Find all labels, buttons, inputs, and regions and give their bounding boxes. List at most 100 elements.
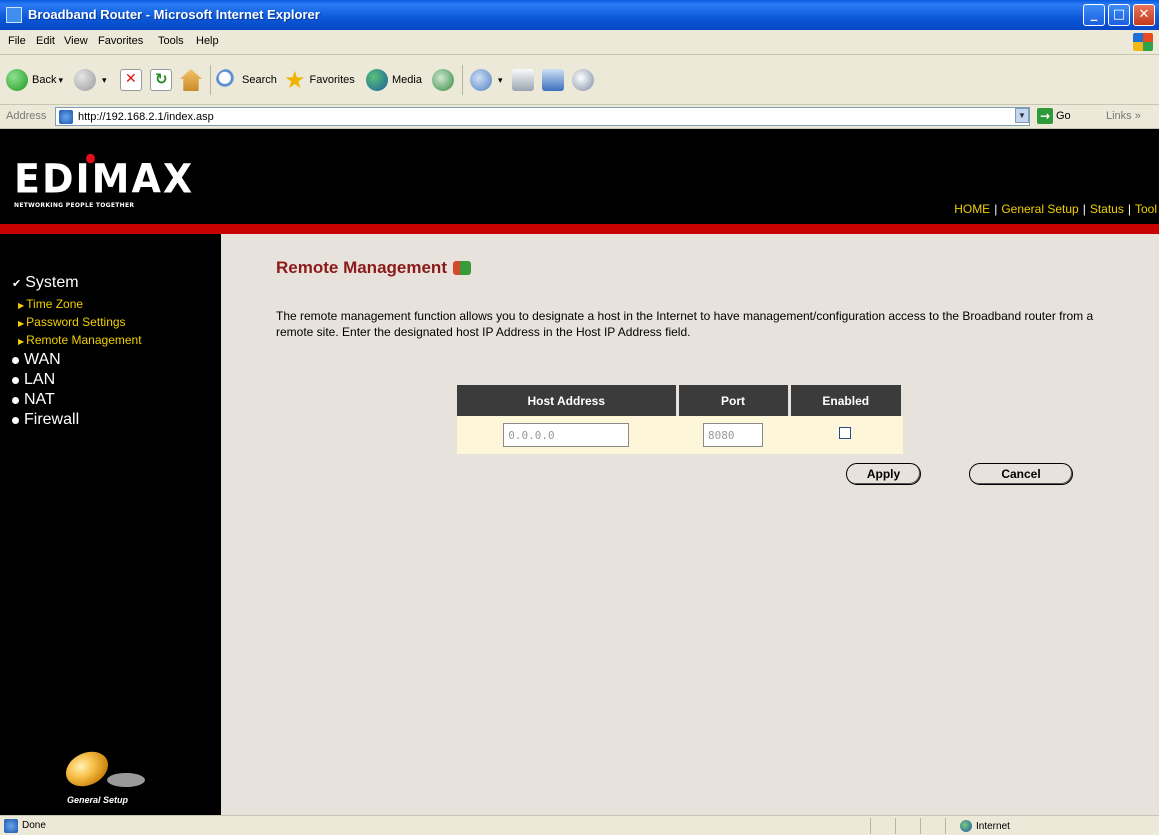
back-button[interactable]: Back ▾ xyxy=(6,68,63,92)
nav-status[interactable]: Status xyxy=(1090,202,1124,216)
sidebar-item-label: Time Zone xyxy=(26,297,84,311)
messenger-button[interactable] xyxy=(572,68,598,92)
sidebar-item-system[interactable]: ✔ System xyxy=(12,274,79,292)
page-description: The remote management function allows yo… xyxy=(276,309,1094,339)
history-button[interactable] xyxy=(432,68,458,92)
nav-general-setup[interactable]: General Setup xyxy=(1001,202,1078,216)
refresh-icon xyxy=(150,69,172,91)
mail-icon xyxy=(470,69,492,91)
apply-button[interactable]: Apply xyxy=(846,463,921,485)
address-input[interactable]: http://192.168.2.1/index.asp xyxy=(55,107,1030,126)
bullet-icon xyxy=(12,396,19,404)
search-button[interactable]: Search xyxy=(216,68,277,92)
go-button[interactable]: → Go xyxy=(1037,108,1071,124)
disk-icon xyxy=(60,745,114,793)
nav-home[interactable]: HOME xyxy=(954,202,990,216)
menu-view[interactable]: View xyxy=(64,35,88,47)
edit-button[interactable] xyxy=(542,68,568,92)
search-label: Search xyxy=(242,74,277,86)
sidebar: ✔ System ▶ Time Zone ▶ Password Settings ▶… xyxy=(0,234,221,815)
port-cell xyxy=(677,416,791,454)
chevron-down-icon: ▾ xyxy=(58,74,63,85)
general-setup-label: General Setup xyxy=(67,795,129,805)
bullet-icon xyxy=(12,356,19,364)
sidebar-item-label: LAN xyxy=(24,371,56,388)
sidebar-item-remote-management[interactable]: ▶ Remote Management xyxy=(18,333,142,347)
zone-label: Internet xyxy=(976,820,1010,832)
window-title: Broadband Router - Microsoft Internet Ex… xyxy=(28,7,320,22)
go-label: Go xyxy=(1056,110,1071,122)
media-button[interactable]: Media xyxy=(366,68,422,92)
address-dropdown-icon[interactable]: ▼ xyxy=(1015,108,1029,123)
print-button[interactable] xyxy=(512,68,538,92)
help-icon[interactable] xyxy=(452,261,471,275)
sidebar-item-label: Password Settings xyxy=(26,315,126,329)
sidebar-item-firewall[interactable]: Firewall xyxy=(12,411,79,429)
chevron-down-icon: ▾ xyxy=(102,74,107,85)
top-navigation: HOME | General Setup | Status | Tool xyxy=(954,202,1157,216)
menu-edit[interactable]: Edit xyxy=(36,35,55,47)
general-setup-graphic: General Setup xyxy=(55,745,165,809)
maximize-button[interactable]: □ xyxy=(1108,4,1130,26)
windows-logo-icon xyxy=(1133,33,1153,51)
favorites-button[interactable]: ★ Favorites xyxy=(284,68,355,92)
toolbar: Back ▾ ▾ Search ★ Favorites Media xyxy=(0,55,1159,105)
stop-button[interactable] xyxy=(120,68,146,92)
sidebar-item-nat[interactable]: NAT xyxy=(12,391,55,409)
logo-tagline: NETWORKING PEOPLE TOGETHER xyxy=(14,202,135,209)
print-icon xyxy=(512,69,534,91)
star-icon: ★ xyxy=(284,66,306,94)
menu-bar: File Edit View Favorites Tools Help xyxy=(0,30,1159,55)
address-url: http://192.168.2.1/index.asp xyxy=(78,111,214,123)
nav-tool[interactable]: Tool xyxy=(1135,202,1157,216)
browser-window: Broadband Router - Microsoft Internet Ex… xyxy=(0,0,1159,835)
port-header: Port xyxy=(677,385,791,416)
forward-arrow-icon xyxy=(74,69,96,91)
checkmark-icon: ✔ xyxy=(12,276,22,290)
bullet-icon xyxy=(12,376,19,384)
logo-dot-icon xyxy=(86,153,95,164)
edimax-logo: EDIMAX xyxy=(14,153,194,202)
sidebar-item-time-zone[interactable]: ▶ Time Zone xyxy=(18,297,83,311)
sidebar-item-label: Remote Management xyxy=(26,333,142,347)
status-divider xyxy=(895,818,896,834)
stop-icon xyxy=(120,69,142,91)
host-address-input[interactable] xyxy=(503,423,630,447)
history-icon xyxy=(432,69,454,91)
messenger-icon xyxy=(572,69,594,91)
page-header: EDIMAX NETWORKING PEOPLE TOGETHER HOME | G… xyxy=(0,129,1159,224)
host-address-cell xyxy=(457,416,679,454)
toolbar-separator xyxy=(210,65,211,95)
minimize-button[interactable]: _ xyxy=(1083,4,1105,26)
arrow-right-icon: ▶ xyxy=(18,337,25,346)
home-icon xyxy=(180,69,202,91)
title-bar: Broadband Router - Microsoft Internet Ex… xyxy=(0,0,1159,30)
cancel-button[interactable]: Cancel xyxy=(969,463,1073,485)
host-address-header: Host Address xyxy=(457,385,679,416)
menu-tools[interactable]: Tools xyxy=(158,35,184,47)
menu-favorites[interactable]: Favorites xyxy=(98,35,143,47)
mail-button[interactable]: ▾ xyxy=(470,68,503,92)
back-label: Back xyxy=(32,74,57,86)
menu-help[interactable]: Help xyxy=(196,35,219,47)
links-button[interactable]: Links » xyxy=(1106,110,1141,122)
header-divider xyxy=(0,224,1159,234)
close-button[interactable]: ✕ xyxy=(1133,4,1155,26)
enabled-cell xyxy=(789,416,903,454)
sidebar-item-label: WAN xyxy=(24,351,61,368)
page-title: Remote Management xyxy=(276,258,471,278)
media-label: Media xyxy=(392,74,422,86)
home-button[interactable] xyxy=(180,68,206,92)
enabled-checkbox[interactable] xyxy=(839,427,851,439)
page-icon xyxy=(59,110,73,124)
sidebar-item-password-settings[interactable]: ▶ Password Settings xyxy=(18,315,126,329)
refresh-button[interactable] xyxy=(150,68,176,92)
port-input[interactable] xyxy=(703,423,763,447)
search-icon xyxy=(216,69,238,91)
sidebar-item-lan[interactable]: LAN xyxy=(12,371,55,389)
sidebar-item-wan[interactable]: WAN xyxy=(12,351,61,369)
menu-file[interactable]: File xyxy=(8,35,26,47)
forward-button[interactable]: ▾ xyxy=(74,68,107,92)
address-bar: Address http://192.168.2.1/index.asp ▼ →… xyxy=(0,105,1159,129)
ie-icon xyxy=(6,7,22,23)
